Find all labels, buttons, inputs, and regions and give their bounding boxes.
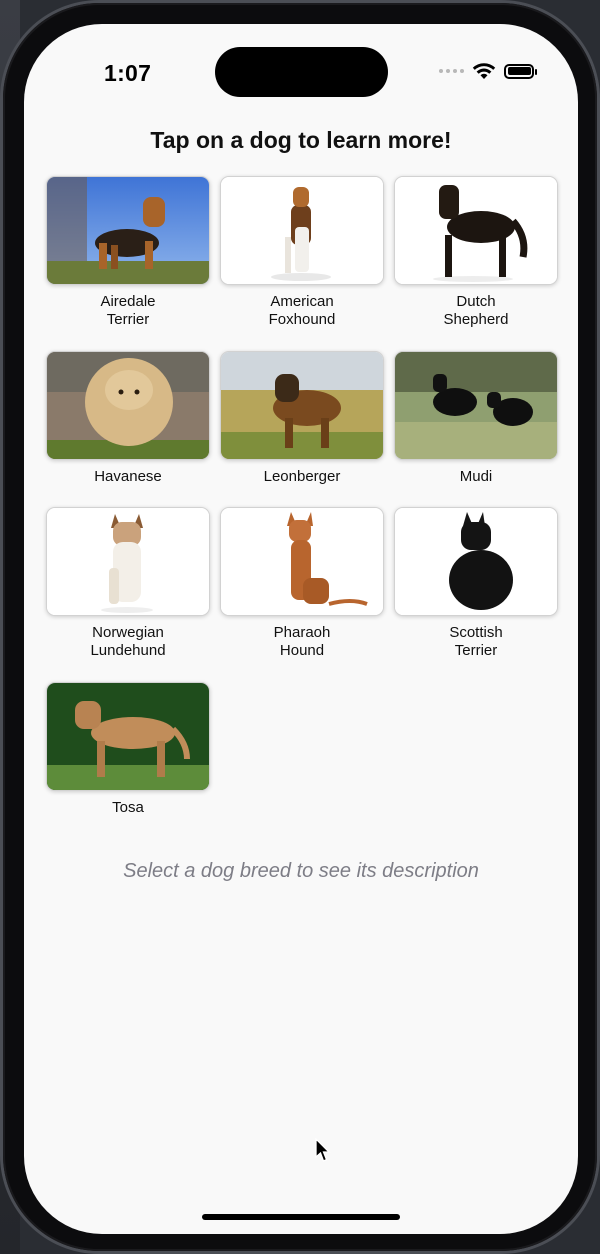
- breed-card-norwegian-lundehund[interactable]: Norwegian Lundehund: [46, 507, 210, 660]
- page-title: Tap on a dog to learn more!: [150, 127, 452, 153]
- status-time: 1:07: [104, 60, 152, 86]
- breed-name: Tosa: [112, 799, 144, 816]
- phone-frame: 1:07 Tap on a dog to learn more! Airedal…: [3, 3, 597, 1251]
- home-indicator[interactable]: [202, 1214, 400, 1220]
- breed-card-havanese[interactable]: Havanese: [46, 351, 210, 486]
- description-placeholder: Select a dog breed to see its descriptio…: [123, 860, 479, 882]
- app-screen: 1:07 Tap on a dog to learn more! Airedal…: [24, 24, 578, 1234]
- breed-card-mudi[interactable]: Mudi: [394, 351, 558, 486]
- breed-card-pharaoh-hound[interactable]: Pharaoh Hound: [220, 507, 384, 660]
- breed-name: Leonberger: [263, 468, 341, 485]
- breed-card-tosa[interactable]: Tosa: [46, 682, 210, 817]
- cellular-signal-icon: [439, 69, 464, 73]
- breed-card-scottish-terrier[interactable]: Scottish Terrier: [394, 507, 558, 660]
- breed-name: Norwegian Lundehund: [90, 624, 166, 659]
- breed-name: Mudi: [459, 468, 493, 485]
- breed-card-airedale-terrier[interactable]: Airedale Terrier: [46, 176, 210, 329]
- norwegian-lundehund-photo: [46, 507, 210, 616]
- breed-name: Pharaoh Hound: [273, 624, 331, 659]
- american-foxhound-photo: [220, 176, 384, 285]
- wifi-icon: [472, 63, 496, 79]
- dutch-shepherd-photo: [394, 176, 558, 285]
- mudi-photo: [394, 351, 558, 460]
- airedale-terrier-photo: [46, 176, 210, 285]
- breed-card-dutch-shepherd[interactable]: Dutch Shepherd: [394, 176, 558, 329]
- tosa-photo: [46, 682, 210, 791]
- havanese-photo: [46, 351, 210, 460]
- breed-name: Scottish Terrier: [449, 624, 503, 659]
- battery-icon: [504, 63, 537, 79]
- pharaoh-hound-photo: [220, 507, 384, 616]
- mouse-pointer-icon: [315, 1138, 331, 1162]
- scottish-terrier-photo: [394, 507, 558, 616]
- leonberger-photo: [220, 351, 384, 460]
- breed-card-leonberger[interactable]: Leonberger: [220, 351, 384, 486]
- breed-card-american-foxhound[interactable]: American Foxhound: [220, 176, 384, 329]
- status-icons: [439, 62, 537, 80]
- breed-name: Airedale Terrier: [100, 293, 156, 328]
- breed-name: Havanese: [94, 468, 162, 485]
- breed-name: American Foxhound: [268, 293, 336, 328]
- breed-name: Dutch Shepherd: [443, 293, 509, 328]
- dynamic-island: [215, 47, 388, 97]
